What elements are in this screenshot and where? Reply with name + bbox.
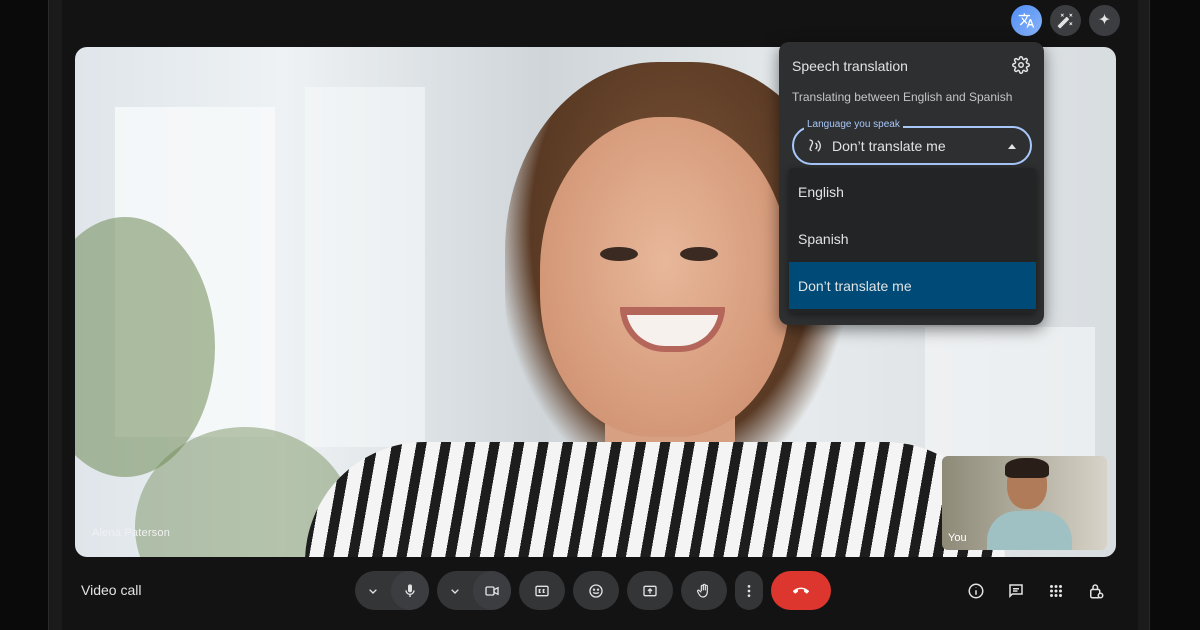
chat-icon[interactable] <box>1003 578 1028 603</box>
self-participant <box>987 458 1072 550</box>
participant-face <box>540 117 790 437</box>
camera-icon <box>485 585 499 596</box>
translate-icon[interactable] <box>1011 5 1042 36</box>
option-english[interactable]: English <box>789 168 1036 215</box>
self-hair <box>1005 458 1049 478</box>
side-toolbar <box>963 578 1108 603</box>
leave-call-button[interactable] <box>771 571 831 610</box>
emoji-button[interactable] <box>573 571 619 610</box>
voice-selection-icon <box>809 139 821 152</box>
participant-shirt <box>305 442 1005 557</box>
background-window <box>305 87 425 447</box>
sparkle-icon[interactable] <box>1089 5 1120 36</box>
caret-up-icon <box>1008 144 1016 149</box>
raise-hand-button[interactable] <box>681 571 727 610</box>
info-icon[interactable] <box>963 578 988 603</box>
microphone-control-group <box>355 571 429 610</box>
activities-icon[interactable] <box>1043 578 1068 603</box>
microphone-button[interactable] <box>391 571 429 610</box>
language-dropdown: English Spanish Don’t translate me <box>789 168 1036 313</box>
magic-wand-icon[interactable] <box>1050 5 1081 36</box>
panel-title: Speech translation <box>792 58 908 74</box>
select-legend: Language you speak <box>804 119 903 130</box>
camera-control-group <box>437 571 511 610</box>
option-spanish[interactable]: Spanish <box>789 215 1036 262</box>
more-options-button[interactable] <box>735 571 763 610</box>
self-view-tile[interactable]: You <box>942 456 1107 550</box>
chevron-down-icon[interactable] <box>437 571 473 610</box>
captions-icon <box>535 585 549 596</box>
participant-eye <box>680 247 718 261</box>
captions-button[interactable] <box>519 571 565 610</box>
select-value: Don’t translate me <box>832 138 946 154</box>
option-dont-translate[interactable]: Don’t translate me <box>789 262 1036 309</box>
present-screen-icon <box>643 585 657 596</box>
language-select[interactable]: Language you speak Don’t translate me <box>792 119 1032 165</box>
camera-button[interactable] <box>473 571 511 610</box>
hangup-icon <box>793 587 809 594</box>
present-screen-button[interactable] <box>627 571 673 610</box>
call-controls <box>355 571 831 610</box>
emoji-icon <box>589 583 603 598</box>
speaker-name: Alena Paterson <box>92 527 171 539</box>
gear-icon[interactable] <box>1012 56 1030 74</box>
self-body <box>987 511 1072 550</box>
more-vert-icon <box>747 584 751 597</box>
chevron-down-icon[interactable] <box>355 571 391 610</box>
microphone-icon <box>405 583 415 597</box>
self-view-label: You <box>948 532 967 544</box>
meeting-title: Video call <box>81 582 142 598</box>
panel-subtitle: Translating between English and Spanish <box>792 90 1013 104</box>
top-toolbar <box>1011 5 1120 36</box>
host-controls-icon[interactable] <box>1083 578 1108 603</box>
hand-icon <box>696 583 708 598</box>
participant-eye <box>600 247 638 261</box>
